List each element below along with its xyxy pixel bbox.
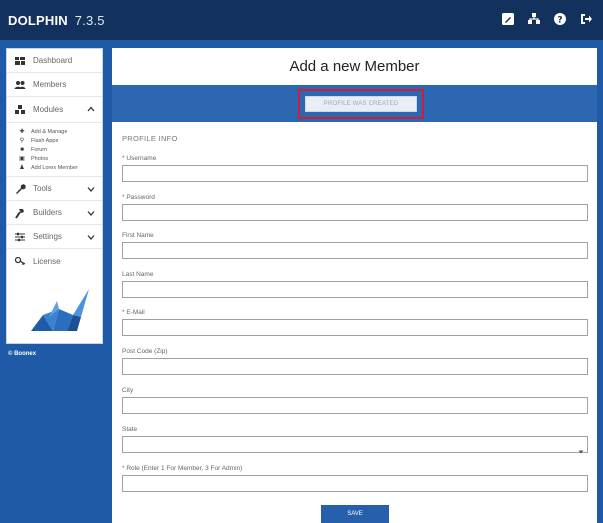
powered-by[interactable]: © Boonex (8, 351, 36, 357)
members-icon (14, 79, 26, 91)
add-member-form: PROFILE INFO * Username * Password First… (112, 122, 597, 523)
status-banner: PROFILE WAS CREATED (112, 85, 597, 122)
sidebar-item-builders[interactable]: Builders (7, 201, 102, 225)
section-heading: PROFILE INFO (122, 134, 178, 143)
submenu-label: Add & Manage (31, 128, 68, 135)
photos-icon: ▣ (19, 155, 25, 162)
submenu-item-forum[interactable]: ■ Forum (19, 145, 102, 154)
page-title: Add a new Member (289, 58, 420, 75)
email-field[interactable] (122, 319, 588, 336)
pin-icon: ⚲ (19, 137, 25, 144)
svg-text:?: ? (557, 16, 562, 26)
city-field[interactable] (122, 397, 588, 414)
top-icons: ? (501, 12, 593, 26)
sidebar-item-dashboard[interactable]: Dashboard (7, 49, 102, 73)
app-name: DOLPHIN (8, 13, 68, 28)
submenu-label: Add Lorex Member (31, 164, 78, 171)
chevron-up-icon[interactable] (87, 105, 95, 113)
wrench-icon (14, 183, 26, 195)
modules-submenu: ✚ Add & Manage ⚲ Flash Apps ■ Forum ▣ Photos… (7, 123, 102, 177)
chevron-down-icon[interactable] (87, 233, 95, 241)
hammer-icon (14, 207, 26, 219)
sidebar-item-label: Builders (33, 208, 62, 217)
username-label: * Username (122, 155, 157, 162)
plus-icon: ✚ (19, 128, 25, 135)
sliders-icon (14, 231, 26, 243)
role-label: * Role (Enter 1 For Member, 3 For Admin) (122, 465, 243, 472)
profile-created-highlight: PROFILE WAS CREATED (298, 89, 424, 119)
state-select[interactable] (122, 436, 588, 453)
post-code-label: Post Code (Zip) (122, 348, 168, 355)
sidebar-item-label: Dashboard (33, 56, 73, 65)
submenu-item-add-lorex-member[interactable]: ♟ Add Lorex Member (19, 163, 102, 172)
email-label: * E-Mail (122, 309, 145, 316)
sidebar-item-label: Modules (33, 105, 64, 114)
profile-created-button[interactable]: PROFILE WAS CREATED (305, 96, 417, 112)
logout-icon[interactable] (579, 12, 593, 26)
sidebar-item-license[interactable]: License (7, 249, 102, 273)
first-name-field[interactable] (122, 242, 588, 259)
chevron-down-icon[interactable] (578, 442, 584, 454)
sidebar-item-members[interactable]: Members (7, 73, 102, 97)
key-icon (14, 255, 26, 267)
save-button[interactable]: SAVE (321, 505, 389, 523)
sidebar: Dashboard Members Modules ✚ Add & Manage … (6, 48, 103, 344)
password-field[interactable] (122, 204, 588, 221)
sidebar-item-label: Tools (33, 184, 52, 193)
dolphin-logo (29, 287, 91, 333)
last-name-label: Last Name (122, 271, 154, 278)
submenu-label: Flash Apps (31, 137, 59, 144)
role-field[interactable] (122, 475, 588, 492)
post-code-field[interactable] (122, 358, 588, 375)
submenu-item-flash-apps[interactable]: ⚲ Flash Apps (19, 136, 102, 145)
sidebar-item-label: License (33, 256, 61, 266)
city-label: City (122, 387, 134, 394)
top-bar: DOLPHIN 7.3.5 ? (0, 0, 603, 40)
forum-icon: ■ (20, 146, 24, 153)
sidebar-item-settings[interactable]: Settings (7, 225, 102, 249)
edit-icon[interactable] (501, 12, 515, 26)
last-name-field[interactable] (122, 281, 588, 298)
sidebar-item-label: Settings (33, 232, 62, 241)
username-field[interactable] (122, 165, 588, 182)
dashboard-icon (14, 55, 26, 67)
modules-icon (14, 104, 26, 116)
submenu-item-photos[interactable]: ▣ Photos (19, 154, 102, 163)
app-brand[interactable]: DOLPHIN 7.3.5 (8, 13, 105, 28)
sidebar-item-modules[interactable]: Modules (7, 97, 102, 123)
chevron-down-icon[interactable] (87, 209, 95, 217)
user-add-icon: ♟ (19, 164, 25, 171)
submenu-item-add-manage[interactable]: ✚ Add & Manage (19, 127, 102, 136)
chevron-down-icon[interactable] (87, 185, 95, 193)
sidebar-item-tools[interactable]: Tools (7, 177, 102, 201)
app-version: 7.3.5 (74, 13, 105, 28)
first-name-label: First Name (122, 232, 154, 239)
state-label: State (122, 426, 138, 433)
submenu-label: Forum (31, 146, 47, 153)
password-label: * Password (122, 194, 155, 201)
sidebar-item-label: Members (33, 80, 67, 89)
page-title-panel: Add a new Member (112, 48, 597, 85)
help-icon[interactable]: ? (553, 12, 567, 26)
sitemap-icon[interactable] (527, 12, 541, 26)
submenu-label: Photos (31, 155, 49, 162)
